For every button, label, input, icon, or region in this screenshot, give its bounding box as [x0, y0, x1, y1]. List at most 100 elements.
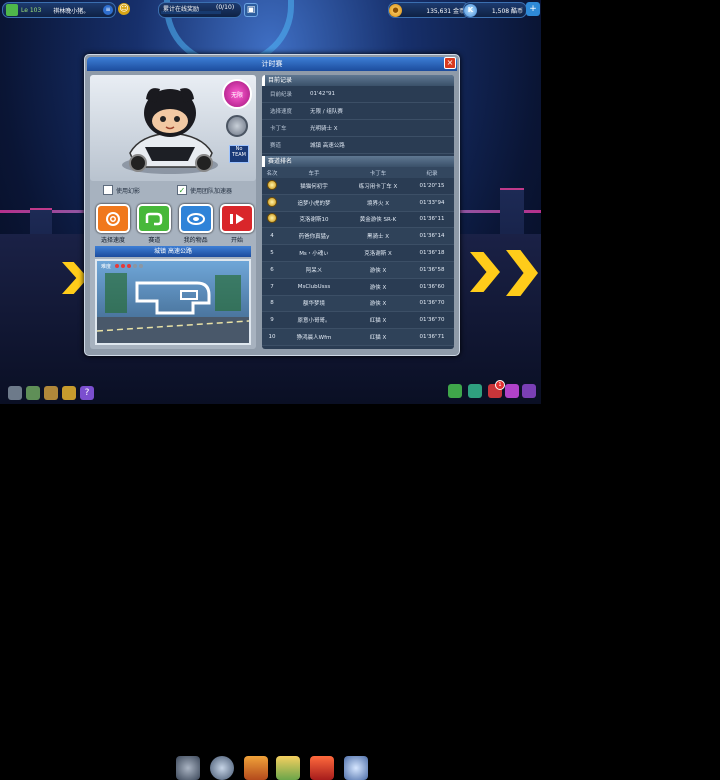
gear-icon[interactable] [522, 384, 536, 398]
track-minimap: 难度 [95, 259, 251, 345]
chat-icon[interactable] [44, 386, 58, 400]
team-booster-checkbox[interactable]: ✓ 使用团队加速器 [177, 185, 232, 195]
record-key: 赛道 [270, 143, 282, 149]
rank-medal-icon [262, 179, 282, 192]
driver-name: 狰鸿晨人Wfm [296, 335, 332, 342]
event-icon[interactable] [468, 384, 482, 398]
ranking-row[interactable]: 7 MsClubUsss 游侠 X 01'36"60 [262, 279, 454, 296]
record-time: 01'36"71 [419, 334, 445, 341]
kcoin-balance: K 1,508 酷币 [463, 2, 527, 18]
record-key: 选择速度 [270, 109, 293, 115]
time-trial-dialog: 计时赛 × 无限 No TEAM 使用幻影 ✓ 使用团队加速器 选择速度 赛道 … [84, 54, 460, 356]
ranking-row[interactable]: 克洛谢斯10 黄金游侠 SR-K 01'36"11 [262, 212, 454, 229]
driver-name: MsClubUsss [297, 283, 331, 290]
friends-icon[interactable] [448, 384, 462, 398]
kart-name: 红猫 X [369, 335, 387, 342]
close-button[interactable]: × [444, 57, 456, 69]
notification-count: 1 [495, 380, 505, 390]
team-booster-checkbox-box[interactable]: ✓ [177, 185, 187, 195]
ranking-row[interactable]: 8 额华梦境 游侠 X 01'36"70 [262, 295, 454, 313]
driver-name: 克洛谢斯10 [299, 217, 329, 224]
my-items-button[interactable]: 我的物品 [178, 204, 214, 244]
ranking-row[interactable]: 4 药爸你真猛y 黑骑士 X 01'36"14 [262, 228, 454, 246]
level-icon [6, 4, 18, 16]
record-key: 卡丁车 [270, 126, 287, 132]
track-icon [137, 204, 172, 233]
record-value: 无限 / 组队赛 [310, 109, 343, 115]
add-currency-button[interactable]: + [526, 2, 540, 16]
phantom-checkbox-label: 使用幻影 [116, 187, 141, 195]
smiley-icon[interactable]: ☺ [118, 3, 130, 15]
right-panel: 目前记录 目前纪录 01'42"91 选择速度 无限 / 组队赛 卡丁车 光明骑士 X… [262, 75, 454, 349]
rank-number: 5 [270, 250, 274, 257]
ranking-header: 赛道排名 [262, 156, 454, 167]
edit-icon[interactable]: ≡ [103, 5, 113, 15]
player-name: 祺林晚小猪。 [53, 7, 90, 15]
speedometer-icon[interactable] [210, 756, 234, 780]
record-time: 01'36"18 [419, 250, 445, 257]
driver-name: 猫猫何初宇 [300, 183, 328, 190]
gold-amount: 135,631 金币 [426, 7, 465, 15]
driver-name: 额华梦境 [302, 301, 325, 308]
col-kart: 卡丁车 [369, 170, 387, 177]
search-icon[interactable] [505, 384, 519, 398]
settings-icon[interactable] [226, 115, 248, 137]
ranking-row[interactable]: 9 原意小哥哥。 红猫 X 01'36"70 [262, 312, 454, 330]
community-icon[interactable] [344, 756, 368, 780]
rank-medal-icon [262, 213, 282, 225]
select-speed-button[interactable]: 选择速度 [95, 204, 131, 244]
kart-name: 练习用卡丁车 X [358, 183, 398, 190]
record-time: 01'20"15 [419, 182, 445, 189]
rank-number: 6 [270, 266, 274, 273]
home-icon[interactable] [26, 386, 40, 400]
mode-badge[interactable]: 无限 [222, 79, 252, 109]
kart-name: 克洛谢斯 X [364, 251, 392, 258]
ranking-row[interactable]: 5 Ms・小魂ぃ 克洛谢斯 X 01'36"18 [262, 245, 454, 262]
rank-number: 8 [270, 300, 274, 307]
top-bar: Le 103 祺林晚小猪。 ≡ ☺ 累计在线奖励 (0/10) ▣ ● 135,… [0, 0, 541, 18]
kcoin-icon: K [464, 3, 477, 17]
start-button[interactable]: 开始 [219, 204, 255, 244]
current-record-header: 目前记录 [262, 75, 454, 86]
left-panel: 无限 No TEAM 使用幻影 ✓ 使用团队加速器 选择速度 赛道 我的物品 开… [90, 75, 256, 349]
gold-coin-icon: ● [389, 3, 402, 17]
menu-icon[interactable] [8, 386, 22, 400]
ranking-columns: 名次 车手 卡丁车 纪录 [262, 167, 454, 178]
record-value: 光明骑士 X [310, 126, 338, 132]
record-value: 城镇 高速公路 [310, 143, 345, 149]
kart-name: 红猫 X [369, 318, 387, 325]
notification-icon[interactable]: 1 [488, 380, 505, 398]
ranking-row[interactable]: 追梦小虎的梦 境界火 X 01'33"94 [262, 194, 454, 212]
garage-icon[interactable] [244, 756, 268, 780]
driver-name: Ms・小魂ぃ [299, 251, 329, 258]
phantom-checkbox-box[interactable] [103, 185, 113, 195]
shop-icon[interactable] [276, 756, 300, 780]
character-preview: 无限 No TEAM [90, 75, 256, 181]
help-icon[interactable]: ? [80, 386, 94, 400]
kart-name: 游侠 X [369, 284, 387, 291]
ranking-row[interactable]: 猫猫何初宇 练习用卡丁车 X 01'20"15 [262, 178, 454, 195]
kart-name: 黄金游侠 SR-K [359, 217, 397, 224]
online-reward-label: 累计在线奖励 [163, 6, 200, 13]
mail-icon[interactable] [62, 386, 76, 400]
rank-number: 7 [270, 283, 274, 290]
ranking-row[interactable]: 6 阿呆ㄨ 游侠 X 01'36"58 [262, 261, 454, 279]
ranking-row[interactable]: 10 狰鸿晨人Wfm 红猫 X 01'36"71 [262, 329, 454, 346]
rank-number: 10 [268, 334, 276, 341]
workshop-icon[interactable] [310, 756, 334, 780]
driver-name: 追梦小虎的梦 [297, 200, 331, 207]
track-button[interactable]: 赛道 [136, 204, 172, 244]
phantom-checkbox[interactable]: 使用幻影 [103, 185, 140, 195]
rank-number: 9 [270, 317, 274, 324]
record-row: 选择速度 无限 / 组队赛 [262, 103, 454, 120]
record-row: 赛道 城镇 高速公路 [262, 137, 454, 154]
driver-name: 原意小哥哥。 [297, 318, 331, 325]
rank-medal-icon [262, 196, 282, 209]
track-label: 赛道 [148, 237, 161, 244]
record-time: 01'36"14 [419, 233, 445, 240]
online-reward[interactable]: 累计在线奖励 (0/10) [158, 2, 242, 18]
gift-icon[interactable]: ▣ [244, 3, 258, 17]
race-mode-icon[interactable] [176, 756, 200, 780]
player-info[interactable]: Le 103 祺林晚小猪。 ≡ [2, 2, 116, 18]
current-record-list: 目前纪录 01'42"91 选择速度 无限 / 组队赛 卡丁车 光明骑士 X 赛道 城镇… [262, 86, 454, 154]
